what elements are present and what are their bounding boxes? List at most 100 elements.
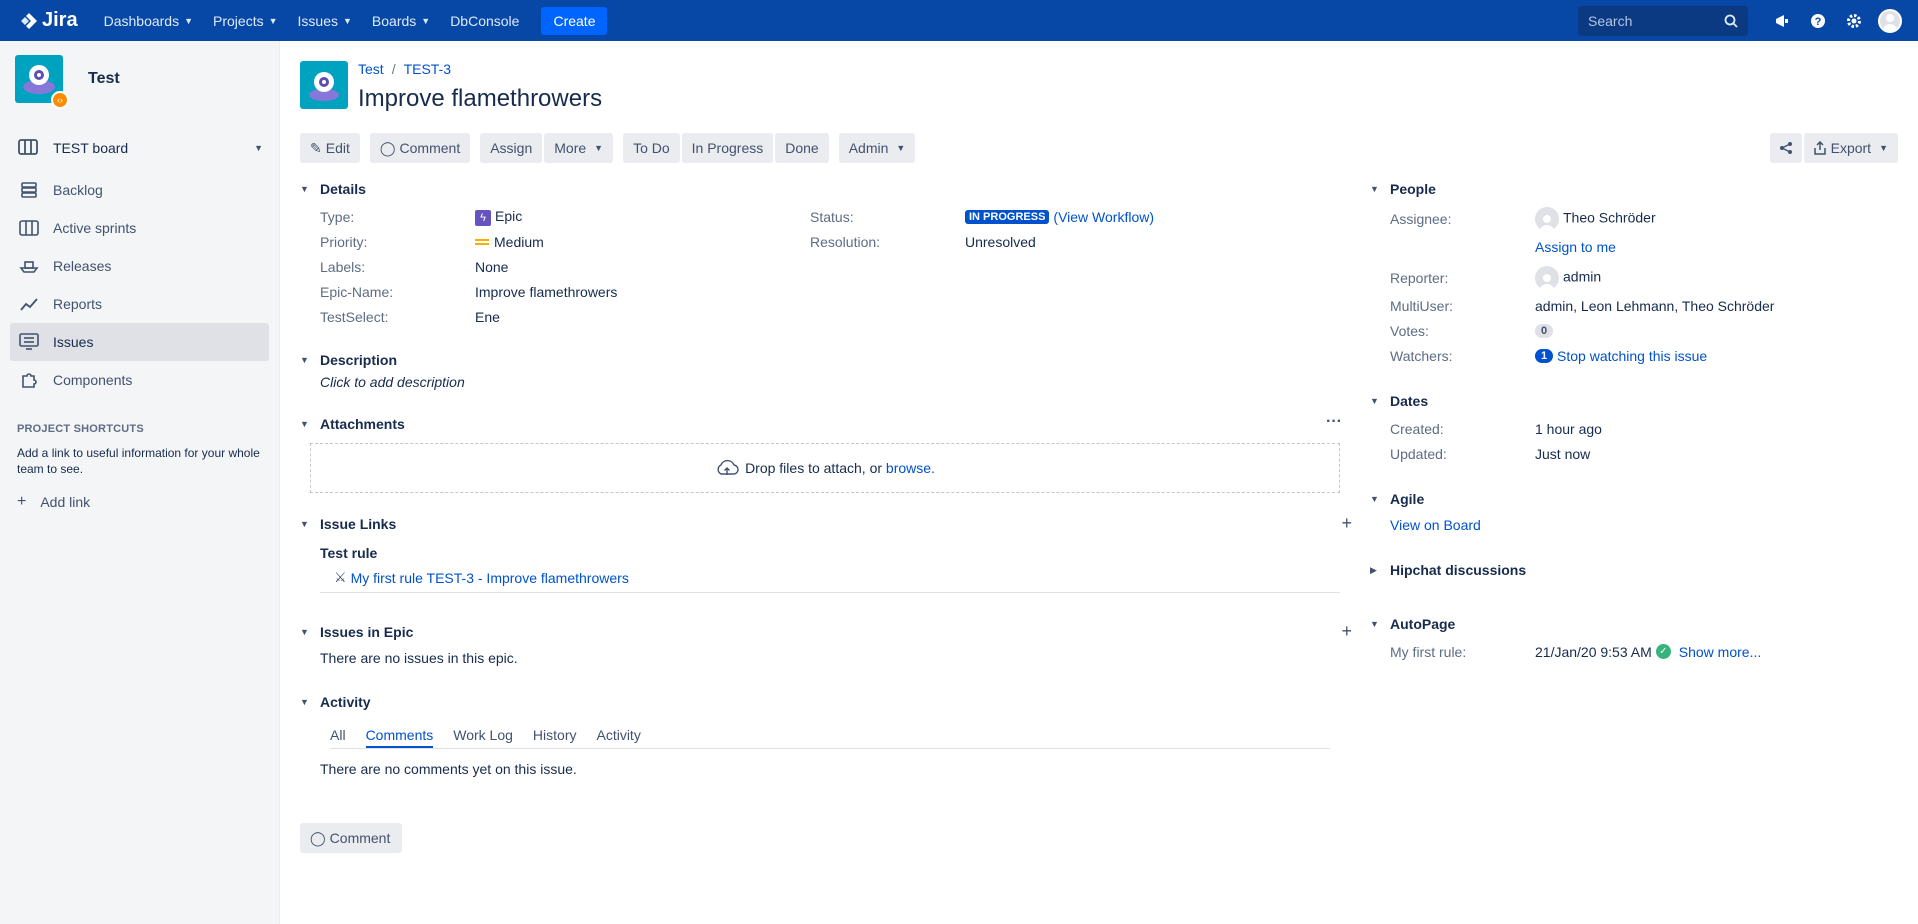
sidebar-item-reports[interactable]: Reports	[10, 285, 269, 323]
agile-heading[interactable]: ▼ Agile	[1370, 488, 1890, 510]
todo-button[interactable]: To Do	[623, 133, 680, 163]
comment-icon: ◯	[379, 139, 396, 156]
chevron-down-icon: ▼	[268, 15, 278, 26]
tab-comments[interactable]: Comments	[365, 723, 434, 748]
breadcrumb-project[interactable]: Test	[358, 61, 384, 77]
description-heading[interactable]: ▼ Description	[300, 349, 1360, 371]
details-heading[interactable]: ▼ Details	[300, 178, 1360, 200]
priority-value: Medium	[475, 234, 544, 250]
edit-button[interactable]: ✎ Edit	[300, 133, 360, 163]
board-selector[interactable]: TEST board ▼	[18, 133, 263, 163]
attachments-heading[interactable]: ▼ Attachments ···	[300, 413, 1360, 435]
create-button[interactable]: Create	[541, 6, 608, 35]
autopage-heading[interactable]: ▼ AutoPage	[1370, 613, 1890, 635]
assign-button[interactable]: Assign	[480, 133, 543, 163]
assignee-value[interactable]: Theo Schröder	[1535, 207, 1656, 231]
svg-text:?: ?	[1815, 16, 1822, 28]
issue-links-heading[interactable]: ▼ Issue Links +	[300, 513, 1360, 535]
in-progress-button[interactable]: In Progress	[681, 133, 774, 163]
nav-boards-label: Boards	[371, 12, 417, 29]
jira-logo[interactable]: Jira	[20, 9, 78, 32]
board-name: TEST board	[53, 140, 129, 156]
project-header[interactable]: ‹› Test	[0, 41, 279, 109]
priority-text: Medium	[494, 233, 544, 250]
settings-icon[interactable]	[1836, 3, 1872, 39]
hipchat-heading[interactable]: ▶ Hipchat discussions	[1370, 559, 1890, 581]
chevron-down-icon: ▼	[300, 355, 309, 365]
chevron-right-icon: ▶	[1370, 564, 1377, 575]
toolbar-right: Export ▼	[1769, 133, 1900, 163]
nav-dashboards[interactable]: Dashboards ▼	[94, 0, 203, 41]
breadcrumb-separator: /	[391, 61, 396, 77]
sidebar-item-issues[interactable]: Issues	[10, 323, 269, 361]
chart-icon	[18, 296, 40, 312]
rule-label: My first rule:	[1390, 643, 1467, 660]
browse-link[interactable]: browse.	[886, 460, 935, 476]
project-avatar[interactable]	[300, 61, 348, 109]
nav-boards[interactable]: Boards ▼	[362, 0, 440, 41]
sidebar-item-components[interactable]: Components	[10, 361, 269, 399]
description-placeholder[interactable]: Click to add description	[300, 371, 1360, 393]
nav-dbconsole[interactable]: DbConsole	[440, 0, 529, 41]
add-issue-icon[interactable]: +	[1341, 621, 1352, 642]
nav-issues-label: Issues	[297, 12, 338, 29]
description-heading-label: Description	[320, 352, 398, 368]
share-button[interactable]	[1769, 133, 1802, 163]
nav-issues[interactable]: Issues ▼	[288, 0, 362, 41]
sidebar-item-releases[interactable]: Releases	[10, 247, 269, 285]
sidebar-item-label: Backlog	[53, 182, 103, 198]
chevron-down-icon: ▼	[896, 143, 906, 153]
votes-count[interactable]: 0	[1535, 323, 1554, 338]
chevron-down-icon: ▼	[300, 627, 309, 637]
assign-to-me-link[interactable]: Assign to me	[1535, 239, 1616, 255]
dates-heading[interactable]: ▼ Dates	[1370, 390, 1890, 412]
testselect-value[interactable]: Ene	[475, 309, 500, 325]
epic-name-value[interactable]: Improve flamethrowers	[475, 284, 617, 300]
megaphone-icon[interactable]	[1764, 3, 1800, 39]
nav-projects[interactable]: Projects ▼	[203, 0, 288, 41]
issue-links-heading-label: Issue Links	[320, 516, 397, 532]
breadcrumb-issue-key[interactable]: TEST-3	[404, 61, 451, 77]
created-value: 1 hour ago	[1535, 420, 1602, 437]
chevron-down-icon: ▼	[1370, 184, 1379, 194]
reporter-value[interactable]: admin	[1535, 266, 1601, 290]
chevron-down-icon: ▼	[1370, 494, 1379, 504]
chevron-down-icon: ▼	[300, 184, 309, 194]
add-link-label: Add link	[40, 494, 91, 510]
add-comment-button[interactable]: ◯ Comment	[300, 823, 402, 853]
sidebar-item-active-sprints[interactable]: Active sprints	[10, 209, 269, 247]
show-more-link[interactable]: Show more...	[1679, 644, 1761, 660]
done-button[interactable]: Done	[775, 133, 829, 163]
more-button[interactable]: More ▼	[544, 133, 614, 163]
add-link-button[interactable]: + Add link	[17, 493, 279, 511]
tab-history[interactable]: History	[533, 723, 577, 748]
chevron-down-icon: ▼	[300, 419, 309, 429]
view-workflow-link[interactable]: (View Workflow)	[1053, 209, 1154, 225]
add-link-icon[interactable]: +	[1341, 513, 1352, 534]
stop-watching-link[interactable]: Stop watching this issue	[1557, 348, 1707, 364]
edit-label: Edit	[325, 140, 350, 156]
issues-in-epic-heading[interactable]: ▼ Issues in Epic +	[300, 621, 1360, 643]
comment-button[interactable]: ◯ Comment	[369, 133, 471, 163]
activity-heading[interactable]: ▼ Activity	[300, 691, 1360, 713]
admin-button[interactable]: Admin ▼	[838, 133, 916, 163]
tab-activity[interactable]: Activity	[596, 723, 640, 748]
search-placeholder: Search	[1588, 12, 1633, 29]
export-button[interactable]: Export ▼	[1803, 133, 1898, 163]
labels-value[interactable]: None	[475, 259, 508, 275]
comment-label: Comment	[399, 140, 461, 156]
issue-link[interactable]: My first rule TEST-3 - Improve flamethro…	[351, 570, 629, 586]
tab-work-log[interactable]: Work Log	[453, 723, 513, 748]
issue-link-row[interactable]: ⚔ My first rule TEST-3 - Improve flameth…	[320, 563, 1340, 593]
view-on-board-link[interactable]: View on Board	[1390, 517, 1481, 533]
tab-all[interactable]: All	[330, 723, 346, 748]
watchers-count[interactable]: 1	[1535, 348, 1554, 363]
attachment-dropzone[interactable]: Drop files to attach, or browse.	[310, 443, 1340, 493]
help-icon[interactable]: ?	[1800, 3, 1836, 39]
issue-title[interactable]: Improve flamethrowers	[358, 85, 602, 113]
search-input[interactable]: Search	[1578, 5, 1748, 36]
more-options-icon[interactable]: ···	[1326, 413, 1342, 431]
user-avatar[interactable]	[1878, 8, 1902, 33]
sidebar-item-backlog[interactable]: Backlog	[10, 171, 269, 209]
people-heading[interactable]: ▼ People	[1370, 178, 1890, 200]
